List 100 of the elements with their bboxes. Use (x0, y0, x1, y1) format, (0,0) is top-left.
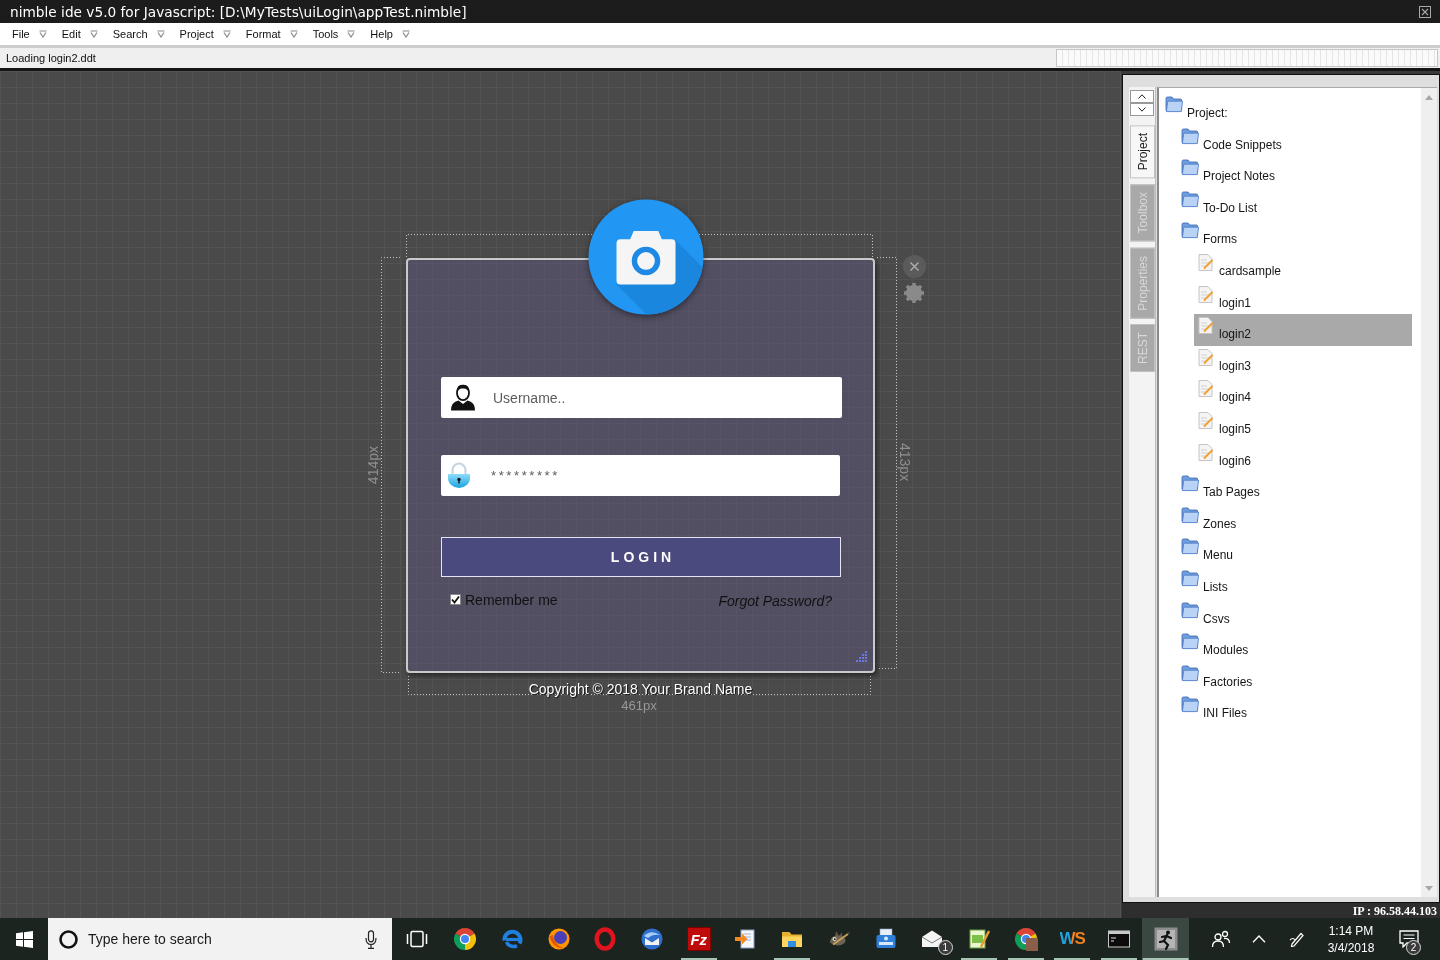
tree-item[interactable]: To-Do List (1178, 187, 1412, 220)
pencil-document-icon (1197, 411, 1215, 429)
dropdown-button[interactable]: Tools (312, 25, 356, 43)
tree-item[interactable]: Modules (1178, 630, 1412, 662)
tree-item[interactable]: login1 (1194, 282, 1412, 315)
resize-grip-icon[interactable] (854, 650, 868, 664)
folder-icon (1181, 159, 1199, 177)
tree-item[interactable]: INI Files (1178, 693, 1412, 725)
folder-icon (1181, 506, 1199, 524)
chevron-up-icon (1252, 935, 1266, 943)
running-figure-icon (1153, 927, 1178, 951)
caret-down-icon (156, 30, 165, 38)
camera-icon (587, 198, 705, 316)
tree-item[interactable]: Menu (1178, 535, 1412, 567)
caret-down-icon (401, 30, 410, 38)
window-title: nimble ide v5.0 for Javascript: [D:\MyTests\uiLogin\appTest.nimble] (10, 3, 467, 20)
dropdown-button[interactable]: Search (112, 25, 165, 43)
username-field[interactable]: Username.. (441, 377, 842, 418)
document-arrow-icon (733, 927, 758, 951)
swirl-logo-icon (500, 927, 525, 951)
close-icon[interactable] (1419, 5, 1431, 18)
copyright-text: Copyright © 2018 Your Brand Name (528, 681, 753, 697)
caret-down-icon (38, 30, 47, 38)
terminal-icon (1106, 927, 1131, 951)
pencil-document-icon (1197, 285, 1215, 303)
ip-address-text: IP : 96.58.44.103 (1352, 903, 1437, 918)
tree-item[interactable]: Tab Pages (1178, 472, 1412, 504)
folder-icon (1181, 127, 1199, 145)
pencil-document-icon (1197, 317, 1215, 335)
tree-item[interactable]: Project Notes (1178, 156, 1412, 188)
settings-icon[interactable] (903, 282, 925, 304)
tree-item[interactable]: Code Snippets (1178, 124, 1412, 157)
tree-item[interactable]: Forms (1178, 219, 1412, 251)
tree-item[interactable]: Factories (1178, 661, 1412, 694)
search-field[interactable]: Type here to search (48, 918, 392, 960)
folder-icon (1181, 222, 1199, 240)
pencil-document-icon (1197, 443, 1215, 461)
caret-down-icon (289, 30, 298, 38)
tree-item[interactable]: Project: (1162, 93, 1412, 125)
folder-icon (1181, 569, 1199, 587)
dimension-label: 461px (621, 698, 657, 713)
clock-time: 1:14 PM (1328, 923, 1374, 938)
scroll-down-button[interactable] (1130, 103, 1154, 116)
taskbar-button[interactable]: 1 (908, 918, 956, 960)
folder-icon (1181, 664, 1199, 682)
taskbar-button[interactable] (1142, 918, 1189, 960)
chevron-down-icon (1138, 107, 1146, 112)
tree-item[interactable]: login5 (1194, 408, 1412, 441)
tree-item[interactable]: Zones (1178, 503, 1412, 536)
folder-icon (1181, 190, 1199, 208)
taskbar-button[interactable]: WS (1048, 918, 1096, 960)
tree-item[interactable]: login2 (1194, 314, 1412, 346)
tree-item[interactable]: login6 (1194, 440, 1412, 473)
padlock-icon (446, 461, 472, 489)
notepad-pencil-icon (966, 927, 991, 951)
panel-tab[interactable]: Project (1129, 125, 1155, 179)
tree-item[interactable]: Lists (1178, 566, 1412, 599)
folder-icon (1181, 538, 1199, 556)
dropdown-button[interactable]: Help (370, 25, 410, 43)
dimension-label: 413px (898, 443, 912, 482)
task-view-icon (406, 930, 428, 948)
oval-ring-icon (593, 927, 618, 951)
tree-item[interactable]: login4 (1194, 377, 1412, 409)
caret-down-icon (222, 30, 231, 38)
checkbox[interactable] (450, 594, 461, 605)
taskbar-button[interactable]: Fz (675, 918, 723, 960)
folder-icon (1181, 475, 1199, 493)
login-button[interactable]: LOGIN (441, 537, 841, 577)
dimension-label: 414px (366, 446, 380, 485)
tree-item[interactable]: cardsample (1194, 250, 1412, 283)
close-icon[interactable] (903, 255, 926, 278)
pencil-document-icon (1197, 380, 1215, 398)
chevron-up-icon (1138, 94, 1146, 99)
people-icon (1211, 930, 1231, 948)
caret-down-icon (347, 30, 356, 38)
round-browser-icon (453, 927, 478, 951)
dropdown-button[interactable]: Format (245, 25, 298, 43)
status-text: Loading login2.ddt (6, 52, 96, 64)
mail-globe-icon (640, 927, 665, 951)
tree-item[interactable]: login3 (1194, 345, 1412, 378)
circle-icon (59, 929, 78, 949)
folder-icon (1181, 696, 1199, 714)
pencil-document-icon (1197, 253, 1215, 271)
dropdown-button[interactable]: File (12, 25, 47, 43)
pen-icon (1289, 931, 1305, 947)
notifications-button[interactable]: 2 (1389, 918, 1429, 960)
tree-item[interactable]: Csvs (1178, 598, 1412, 631)
microphone-icon[interactable] (365, 929, 377, 949)
dropdown-button[interactable]: Edit (61, 25, 98, 43)
pencil-document-icon (1197, 348, 1215, 366)
user-icon (450, 383, 476, 411)
four-panes-icon (15, 930, 33, 948)
password-field[interactable]: ********* (441, 455, 840, 496)
ringed-globe-icon (546, 927, 571, 951)
scroll-up-button[interactable] (1130, 90, 1154, 103)
folder-icon (1165, 96, 1183, 113)
caret-down-icon (89, 30, 98, 38)
dropdown-button[interactable]: Project (179, 25, 231, 43)
round-browser-avatar-icon (1013, 927, 1038, 951)
folder-icon (1181, 601, 1199, 619)
